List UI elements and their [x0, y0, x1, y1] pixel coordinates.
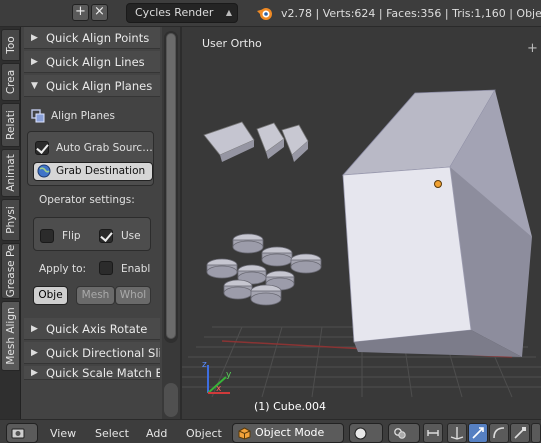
scene-canvas: z y x: [182, 89, 541, 398]
panel-title: Quick Directional Slid: [46, 346, 160, 360]
tab-physics[interactable]: Physi: [1, 199, 20, 241]
3d-viewport[interactable]: z y x User Ortho + (1) Cube.004: [182, 27, 541, 419]
up-down-arrows-icon: ▲: [225, 8, 232, 17]
apply-mesh-button[interactable]: Mesh: [76, 286, 115, 305]
menu-view[interactable]: View: [50, 427, 76, 440]
view-projection-label: User Ortho: [202, 37, 262, 50]
enable-label: Enabl: [121, 263, 151, 275]
editor-type-select[interactable]: [6, 423, 38, 443]
grab-destination-button[interactable]: Grab Destination: [33, 162, 153, 181]
use-label: Use: [121, 230, 141, 242]
triangle-down-icon: ▼: [31, 81, 38, 91]
tab-grease-pencil[interactable]: Grease Pe: [1, 243, 20, 299]
svg-text:z: z: [202, 360, 207, 370]
apply-object-button[interactable]: Obje: [33, 286, 68, 305]
tab-label: Mesh Align: [4, 307, 17, 365]
globe-icon: [37, 164, 51, 178]
panel-title: Quick Axis Rotate: [46, 322, 148, 336]
triangle-right-icon: ▶: [31, 368, 38, 378]
tab-animation[interactable]: Animat: [1, 149, 20, 197]
triangle-right-icon: ▶: [31, 324, 38, 334]
solid-shading-icon: [354, 427, 367, 440]
object-mode-icon: [238, 427, 251, 440]
transform-orientation-select[interactable]: [531, 423, 541, 443]
close-screen-button[interactable]: ×: [91, 4, 108, 21]
panel-quick-align-planes[interactable]: ▼ Quick Align Planes: [24, 75, 160, 97]
auto-grab-source-checkbox[interactable]: [35, 141, 49, 155]
menu-object[interactable]: Object: [186, 427, 222, 440]
triangle-right-icon: ▶: [31, 57, 38, 67]
panel-title: Quick Scale Match Ed: [46, 366, 160, 380]
flip-checkbox[interactable]: [40, 229, 54, 243]
blender-logo-icon: [257, 8, 272, 20]
rotate-manipulator-icon[interactable]: [489, 423, 509, 443]
use-checkbox[interactable]: [99, 229, 113, 243]
tool-shelf-panel: ▶ Quick Align Points ▶ Quick Align Lines…: [21, 27, 162, 419]
mode-value: Object Mode: [255, 426, 325, 439]
cube-mesh: [342, 89, 532, 357]
menu-add[interactable]: Add: [146, 427, 167, 440]
panel-scrollbar-lower[interactable]: [164, 383, 178, 417]
operator-settings-label: Operator settings:: [39, 194, 135, 206]
tab-label: Grease Pe: [4, 244, 17, 298]
tab-create[interactable]: Crea: [1, 63, 20, 101]
svg-text:y: y: [226, 370, 232, 380]
tool-shelf-tabs: Too Crea Relati Animat Physi Grease Pe M…: [0, 27, 21, 419]
tab-label: Relati: [4, 110, 17, 140]
grab-destination-label: Grab Destination: [56, 165, 146, 177]
menu-select[interactable]: Select: [95, 427, 129, 440]
panel-title: Quick Align Lines: [46, 55, 145, 69]
panel-title: Quick Align Points: [46, 31, 150, 45]
tab-tools[interactable]: Too: [1, 29, 20, 61]
tab-relations[interactable]: Relati: [1, 103, 20, 147]
mode-select[interactable]: Object Mode: [232, 423, 344, 443]
panel-quick-align-points[interactable]: ▶ Quick Align Points: [24, 27, 160, 49]
chevron-objects: [203, 121, 309, 162]
info-header: + × Cycles Render ▲ v2.78 | Verts:624 | …: [0, 0, 541, 27]
active-object-label: (1) Cube.004: [254, 400, 326, 413]
scale-manipulator-icon[interactable]: [510, 423, 530, 443]
triangle-right-icon: ▶: [31, 348, 38, 358]
origin-dot: [434, 180, 442, 188]
panel-quick-scale-match[interactable]: ▶ Quick Scale Match Ed: [24, 366, 160, 380]
scene-stats: v2.78 | Verts:624 | Faces:356 | Tris:1,1…: [281, 7, 541, 20]
tab-label: Crea: [4, 69, 17, 95]
plus-icon[interactable]: +: [527, 42, 539, 55]
align-planes-label: Align Planes: [51, 110, 115, 122]
tab-label: Animat: [4, 154, 17, 192]
3d-view-icon: [11, 428, 25, 439]
translate-manipulator-icon[interactable]: [468, 423, 488, 443]
pivot-icon: [394, 428, 406, 439]
panel-quick-directional-slide[interactable]: ▶ Quick Directional Slid: [24, 342, 160, 364]
snap-toggle-icon[interactable]: [423, 423, 443, 443]
flip-label: Flip: [62, 230, 81, 242]
panel-scrollbar-thumb[interactable]: [166, 33, 176, 339]
manipulator-toggle-icon[interactable]: [447, 423, 467, 443]
pivot-point-select[interactable]: [388, 423, 420, 443]
panel-quick-axis-rotate[interactable]: ▶ Quick Axis Rotate: [24, 318, 160, 340]
panel-title: Quick Align Planes: [46, 79, 153, 93]
add-screen-button[interactable]: +: [72, 4, 89, 21]
svg-text:x: x: [216, 384, 222, 394]
apply-to-label: Apply to:: [39, 263, 87, 275]
triangle-right-icon: ▶: [31, 33, 38, 43]
viewport-shading-select[interactable]: [349, 423, 383, 443]
align-planes-icon: [31, 109, 45, 123]
auto-grab-source-label: Auto Grab Sourc…: [56, 142, 153, 154]
tab-label: Physi: [4, 206, 17, 234]
tab-mesh-align[interactable]: Mesh Align: [1, 301, 20, 371]
plate-objects: [206, 233, 322, 306]
enable-checkbox[interactable]: [99, 261, 113, 275]
tab-label: Too: [4, 36, 17, 54]
render-engine-select[interactable]: Cycles Render ▲: [126, 3, 238, 23]
apply-whole-button[interactable]: Whol: [115, 286, 151, 305]
render-engine-value: Cycles Render: [135, 6, 214, 19]
panel-quick-align-lines[interactable]: ▶ Quick Align Lines: [24, 51, 160, 73]
viewport-header: View Select Add Object Object Mode: [0, 419, 541, 443]
